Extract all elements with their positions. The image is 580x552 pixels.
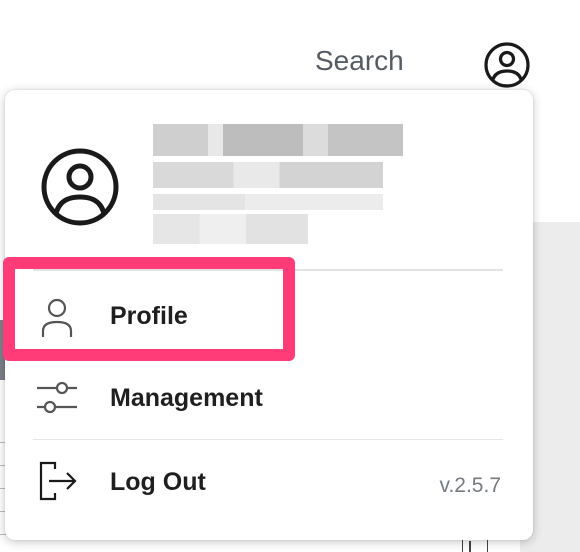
logout-icon [39, 461, 77, 501]
account-circle-icon [41, 148, 119, 226]
menu-item-label: Management [110, 384, 263, 412]
redacted-user-name [153, 124, 403, 156]
redacted-user-email [153, 214, 308, 244]
search-link[interactable]: Search [315, 44, 404, 78]
version-label: v.2.5.7 [439, 474, 501, 497]
menu-divider [33, 439, 503, 440]
redacted-user-detail [153, 194, 383, 210]
menu-item-management[interactable]: Management [5, 360, 533, 432]
app-window: Search Profile Management Log Out v.2.5.… [0, 0, 580, 552]
user-avatar [40, 147, 120, 227]
account-menu-button[interactable] [482, 40, 532, 90]
background-control [462, 538, 488, 552]
menu-item-label: Log Out [110, 468, 206, 496]
account-circle-icon [484, 42, 530, 88]
highlight-annotation-box [3, 257, 295, 361]
sliders-icon [37, 381, 77, 414]
redacted-user-detail [153, 162, 383, 188]
